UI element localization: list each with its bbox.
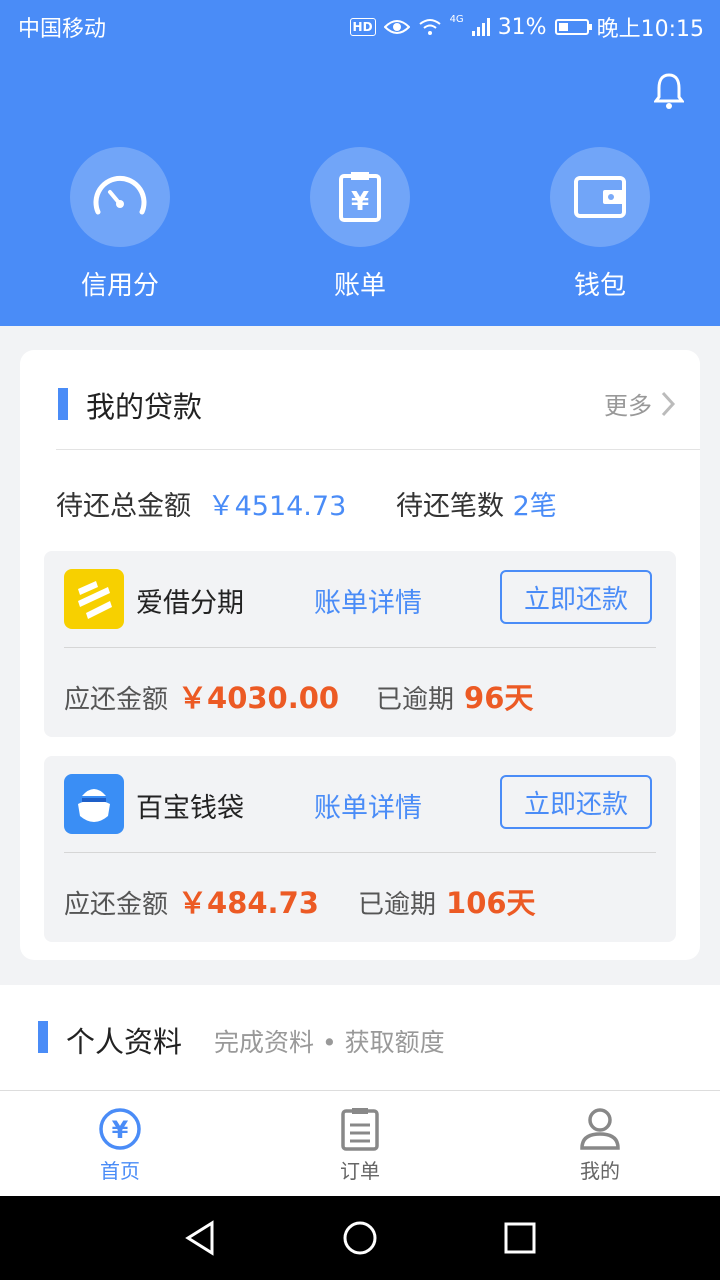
tab-mine[interactable]: 我的 — [480, 1091, 720, 1197]
baibao-logo — [64, 774, 124, 834]
system-nav-bar — [0, 1196, 720, 1280]
speedometer-icon — [93, 175, 147, 215]
network-type: 4G — [449, 13, 464, 25]
clock: 晚上10:15 — [596, 17, 704, 42]
loan-item: 百宝钱袋 账单详情 立即还款 应还金额 ￥484.73 已逾期 106天 — [44, 756, 676, 942]
total-due-value: ￥4514.73 — [207, 491, 347, 522]
pending-count-value: 2笔 — [512, 491, 557, 522]
amount-due-label: 应还金额 — [64, 890, 169, 920]
overdue-days: 已逾期 96天 — [376, 675, 533, 717]
amount-due-label: 应还金额 — [64, 685, 169, 715]
order-list-icon — [341, 1108, 379, 1151]
section-marker — [58, 388, 68, 420]
bill-label: 账单 — [333, 271, 386, 301]
overdue-label: 已逾期 — [376, 685, 455, 715]
home-yen-icon: ¥ — [99, 1108, 141, 1150]
more-link[interactable]: 更多 — [604, 386, 676, 421]
home-icon[interactable] — [342, 1220, 378, 1256]
amount-due: 应还金额 ￥4030.00 — [64, 675, 339, 717]
bottom-tab-bar: ¥ 首页 订单 我的 — [0, 1090, 720, 1197]
wallet-button[interactable] — [550, 147, 650, 247]
wifi-icon — [418, 19, 441, 35]
aijie-logo — [64, 569, 124, 629]
tab-orders-label: 订单 — [340, 1159, 380, 1183]
user-icon — [580, 1108, 620, 1150]
total-due-label: 待还总金额 — [56, 491, 191, 522]
lender-name: 爱借分期 — [136, 588, 244, 619]
bill-button[interactable]: ¥ — [310, 147, 410, 247]
loan-item: 爱借分期 账单详情 立即还款 应还金额 ￥4030.00 已逾期 96天 — [44, 551, 676, 737]
my-loans-card: 我的贷款 更多 待还总金额 ￥4514.73 待还笔数 2笔 爱借分期 账单详情… — [20, 350, 700, 960]
item-divider — [64, 852, 656, 853]
profile-subtitle: 完成资料 • 获取额度 — [214, 1028, 445, 1057]
tab-orders[interactable]: 订单 — [240, 1091, 480, 1197]
profile-section: 个人资料 完成资料 • 获取额度 — [0, 985, 720, 1090]
section-marker — [38, 1021, 48, 1053]
back-icon[interactable] — [184, 1220, 216, 1256]
wallet-icon — [574, 176, 626, 218]
profile-title: 个人资料 — [66, 1025, 183, 1059]
recents-icon[interactable] — [504, 1222, 536, 1254]
repay-now-button[interactable]: 立即还款 — [500, 775, 652, 829]
card-divider — [56, 449, 700, 450]
pending-count-label: 待还笔数 — [396, 491, 504, 522]
eye-icon — [383, 20, 410, 34]
bill-detail-link[interactable]: 账单详情 — [314, 581, 422, 620]
lender-name: 百宝钱袋 — [136, 793, 244, 824]
total-due-summary: 待还总金额 ￥4514.73 — [56, 484, 346, 523]
status-bar: 中国移动 HD 4G 31% 晚上10:15 — [0, 0, 720, 50]
bell-icon[interactable] — [654, 72, 684, 110]
chevron-right-icon — [661, 391, 676, 416]
pending-count-summary: 待还笔数 2笔 — [396, 484, 557, 523]
amount-due-value: ￥4030.00 — [178, 681, 340, 715]
credit-score-button[interactable] — [70, 147, 170, 247]
more-label: 更多 — [604, 392, 652, 420]
hd-badge: HD — [349, 18, 376, 36]
svg-text:¥: ¥ — [112, 1116, 129, 1144]
tab-home[interactable]: ¥ 首页 — [0, 1091, 240, 1197]
tab-mine-label: 我的 — [580, 1159, 620, 1183]
overdue-value: 96天 — [464, 681, 534, 715]
aijie-logo-icon — [78, 581, 112, 619]
status-icons: HD 4G 31% 晚上10:15 — [349, 11, 704, 43]
repay-now-button[interactable]: 立即还款 — [500, 570, 652, 624]
signal-icon — [471, 18, 490, 36]
my-loans-title: 我的贷款 — [86, 390, 203, 424]
amount-due-value: ￥484.73 — [178, 886, 319, 920]
item-divider — [64, 647, 656, 648]
bill-yen-icon: ¥ — [339, 172, 381, 222]
overdue-label: 已逾期 — [358, 890, 437, 920]
wallet-label: 钱包 — [573, 271, 626, 301]
battery-percent: 31% — [497, 14, 547, 40]
amount-due: 应还金额 ￥484.73 — [64, 880, 319, 922]
tab-home-label: 首页 — [100, 1159, 140, 1183]
battery-icon — [554, 19, 592, 35]
bill-detail-link[interactable]: 账单详情 — [314, 786, 422, 825]
overdue-days: 已逾期 106天 — [358, 880, 536, 922]
header: 信用分 ¥ 账单 钱包 — [0, 50, 720, 326]
credit-score-label: 信用分 — [80, 271, 159, 301]
svg-text:¥: ¥ — [351, 187, 369, 217]
baibao-logo-icon — [78, 789, 110, 822]
overdue-value: 106天 — [446, 886, 536, 920]
carrier-name: 中国移动 — [18, 17, 107, 42]
